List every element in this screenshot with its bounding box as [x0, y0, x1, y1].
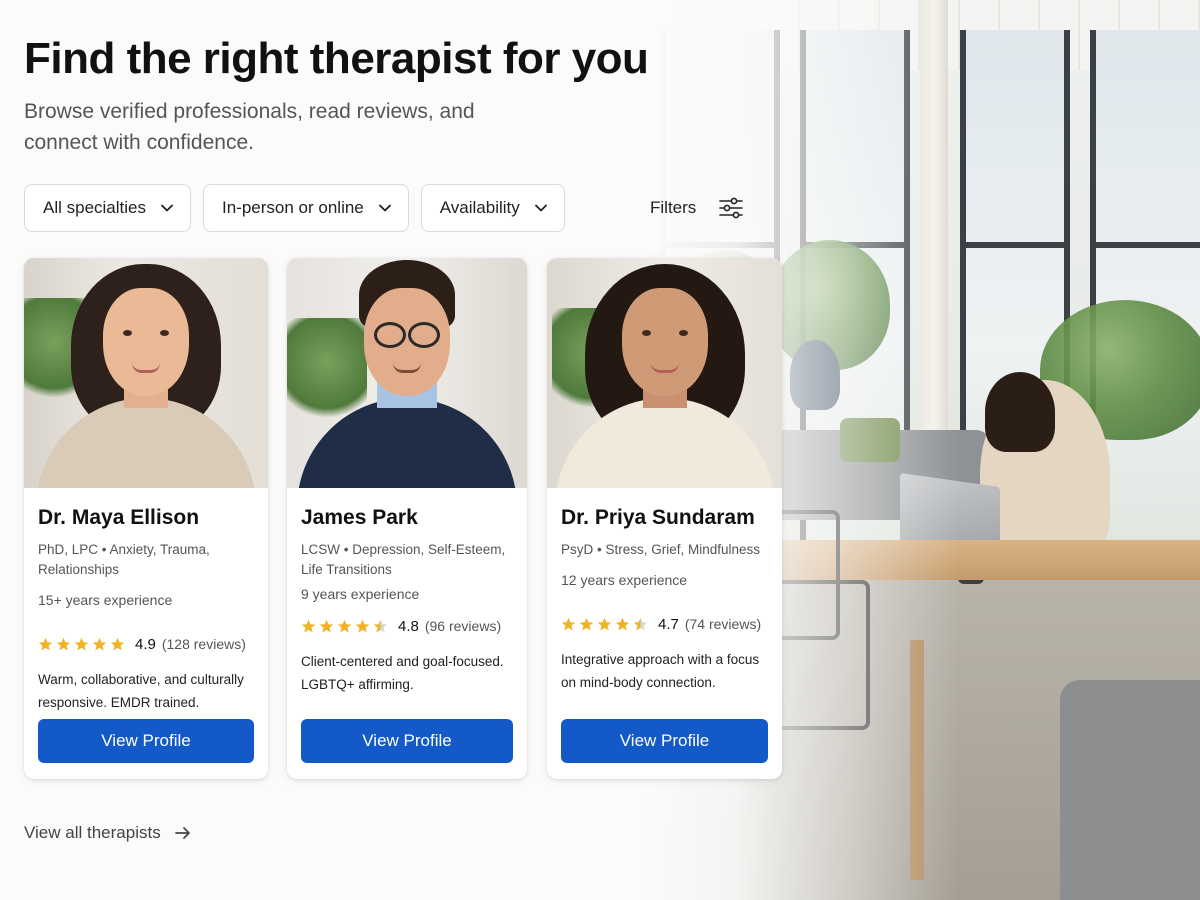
therapist-credentials: PsyD • Stress, Grief, Mindfulness [561, 542, 761, 557]
rating: 4.8 (96 reviews) [301, 616, 513, 636]
therapist-photo [547, 258, 782, 488]
star-rating [561, 617, 648, 632]
filter-bar: All specialties In-person or online Avai… [24, 184, 577, 232]
therapist-description: Integrative approach with a focus on min… [561, 652, 760, 690]
therapist-name: Dr. Priya Sundaram [561, 506, 755, 529]
star-filled-icon [561, 617, 576, 630]
therapist-description: Client-centered and goal-focused. LGBTQ+… [301, 654, 504, 692]
star-rating [301, 619, 388, 634]
star-half-icon [633, 617, 648, 630]
arrow-right-icon [174, 827, 190, 839]
rating: 4.7 (74 reviews) [561, 614, 768, 634]
page-title: Find the right therapist for you [24, 34, 649, 83]
view-profile-button[interactable]: View Profile [561, 719, 768, 763]
filters-label: Filters [650, 198, 697, 217]
chevron-down-icon [161, 204, 173, 212]
filters-button[interactable]: Filters [650, 192, 744, 224]
availability-dropdown[interactable]: Availability [420, 184, 565, 232]
star-filled-icon [597, 617, 612, 630]
rating: 4.9 (128 reviews) [38, 634, 254, 654]
therapist-experience: 9 years experience [301, 586, 420, 602]
availability-dropdown-label: Availability [439, 198, 520, 217]
rating-score: 4.8 [398, 617, 419, 635]
session-type-dropdown[interactable]: In-person or online [203, 184, 409, 232]
therapist-experience: 12 years experience [561, 572, 688, 588]
star-filled-icon [56, 637, 71, 650]
therapist-experience: 15+ years experience [38, 592, 173, 608]
therapist-photo [24, 258, 268, 488]
star-filled-icon [355, 619, 370, 632]
rating-score: 4.7 [658, 615, 679, 633]
star-filled-icon [38, 637, 53, 650]
star-filled-icon [579, 617, 594, 630]
star-filled-icon [92, 637, 107, 650]
star-filled-icon [74, 637, 89, 650]
star-rating [38, 637, 125, 652]
view-all-label: View all therapists [24, 823, 161, 842]
person-hair [985, 372, 1055, 452]
star-filled-icon [301, 619, 316, 632]
therapist-card: Dr. Priya Sundaram PsyD • Stress, Grief,… [547, 258, 782, 779]
star-filled-icon [615, 617, 630, 630]
star-filled-icon [337, 619, 352, 632]
chevron-down-icon [534, 204, 547, 212]
review-count: (128 reviews) [161, 636, 246, 652]
therapist-credentials: LCSW • Depression, Self-Esteem, Life Tra… [301, 542, 506, 577]
therapist-photo [287, 258, 527, 488]
star-half-icon [373, 619, 388, 632]
armchair [1060, 680, 1200, 900]
therapist-credentials: PhD, LPC • Anxiety, Trauma, Relationship… [38, 542, 210, 577]
sliders-icon [719, 197, 744, 219]
therapist-name: James Park [301, 506, 418, 529]
star-filled-icon [319, 619, 334, 632]
rating-score: 4.9 [135, 635, 156, 653]
therapist-name: Dr. Maya Ellison [38, 506, 200, 529]
review-count: (74 reviews) [684, 616, 762, 632]
view-profile-button[interactable]: View Profile [38, 719, 254, 763]
review-count: (96 reviews) [424, 618, 502, 634]
therapist-card: James Park LCSW • Depression, Self-Estee… [287, 258, 527, 779]
view-all-therapists-link[interactable]: View all therapists [24, 822, 193, 844]
view-profile-button[interactable]: View Profile [301, 719, 513, 763]
chevron-down-icon [378, 204, 391, 212]
star-filled-icon [110, 637, 125, 650]
therapist-card: Dr. Maya Ellison PhD, LPC • Anxiety, Tra… [24, 258, 268, 779]
specialty-dropdown[interactable]: All specialties [24, 184, 191, 232]
specialty-dropdown-label: All specialties [43, 198, 146, 217]
page-subtitle: Browse verified professionals, read revi… [24, 100, 475, 154]
therapist-description: Warm, collaborative, and culturally resp… [38, 672, 244, 710]
session-type-dropdown-label: In-person or online [222, 198, 364, 217]
